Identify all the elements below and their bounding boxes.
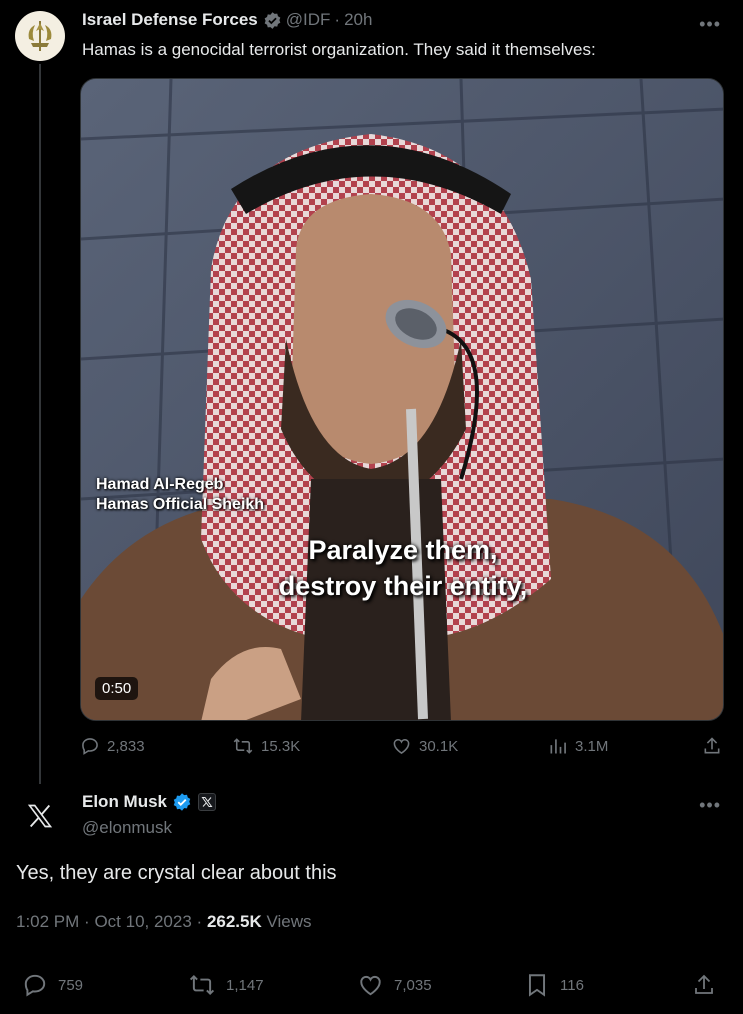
video-player[interactable]: Hamad Al-Regeb Hamas Official Sheikh Par…	[80, 78, 724, 721]
reply-button[interactable]: 2,833	[80, 736, 145, 756]
parent-tweet-actions: 2,833 15.3K 30.1K 3.1M	[80, 736, 724, 760]
idf-emblem-icon	[28, 21, 52, 51]
like-button[interactable]: 30.1K	[391, 736, 458, 756]
x-logo-icon	[27, 804, 53, 828]
reply-count: 2,833	[107, 737, 145, 755]
video-duration-badge: 0:50	[95, 677, 139, 700]
more-icon[interactable]: •••	[699, 14, 721, 35]
views-count: 3.1M	[575, 737, 609, 755]
like-button[interactable]: 7,035	[357, 972, 432, 998]
author-handle[interactable]: @IDF	[286, 10, 331, 30]
views-label: Views	[266, 912, 312, 931]
like-icon	[360, 975, 381, 996]
like-icon	[393, 738, 410, 755]
separator-dot: ·	[334, 10, 341, 29]
video-caption-name: Hamad Al-Regeb Hamas Official Sheikh	[96, 476, 265, 513]
repost-icon	[233, 738, 253, 754]
tweet-time[interactable]: 20h	[344, 10, 372, 30]
elon-musk-avatar[interactable]	[15, 791, 65, 841]
views-button[interactable]: 3.1M	[548, 736, 608, 756]
author-handle[interactable]: @elonmusk	[82, 818, 172, 838]
reply-icon	[82, 738, 98, 755]
affiliate-x-badge-icon[interactable]	[198, 793, 217, 811]
share-button[interactable]	[702, 736, 729, 756]
share-icon	[695, 974, 713, 994]
bookmark-icon	[528, 974, 546, 997]
repost-icon	[189, 974, 215, 996]
idf-avatar[interactable]	[15, 11, 65, 61]
video-subtitle-line-2: destroy their entity,	[278, 571, 528, 601]
bookmark-count: 116	[560, 976, 584, 994]
repost-button[interactable]: 15.3K	[232, 736, 300, 756]
repost-count: 15.3K	[261, 737, 301, 755]
verified-badge-icon[interactable]	[263, 11, 282, 30]
like-count: 7,035	[394, 976, 432, 994]
main-tweet-actions: 759 1,147 7,035 116	[16, 972, 726, 1000]
repost-count: 1,147	[226, 976, 264, 994]
tweet-date[interactable]: Oct 10, 2023	[94, 912, 191, 931]
share-button[interactable]	[692, 972, 726, 998]
repost-button[interactable]: 1,147	[188, 972, 264, 998]
thread-connector-line	[39, 64, 41, 784]
bookmark-button[interactable]: 116	[524, 972, 584, 998]
tweet-time[interactable]: 1:02 PM	[16, 912, 79, 931]
verified-badge-icon[interactable]	[172, 792, 192, 812]
share-icon	[704, 737, 720, 754]
views-icon	[550, 739, 566, 754]
author-name[interactable]: Israel Defense Forces	[82, 10, 258, 30]
views-count: 262.5K	[206, 912, 262, 931]
main-tweet-text: Yes, they are crystal clear about this	[16, 862, 337, 884]
more-icon[interactable]: •••	[699, 795, 721, 816]
main-tweet-header: Elon Musk	[82, 792, 217, 812]
parent-tweet-text: Hamas is a genocidal terrorist organizat…	[82, 40, 596, 59]
reply-icon	[24, 974, 46, 997]
video-subtitle-line-1: Paralyze them,	[308, 535, 498, 565]
reply-count: 759	[58, 976, 84, 994]
like-count: 30.1K	[419, 737, 459, 755]
separator-dot: ·	[196, 912, 203, 931]
tweet-meta: 1:02 PM · Oct 10, 2023 · 262.5K Views	[16, 912, 312, 932]
video-frame-image	[81, 79, 723, 720]
separator-dot: ·	[84, 912, 90, 931]
parent-tweet-header: Israel Defense Forces @IDF · 20h	[82, 10, 372, 30]
author-name[interactable]: Elon Musk	[82, 792, 167, 812]
reply-button[interactable]: 759	[22, 972, 83, 998]
